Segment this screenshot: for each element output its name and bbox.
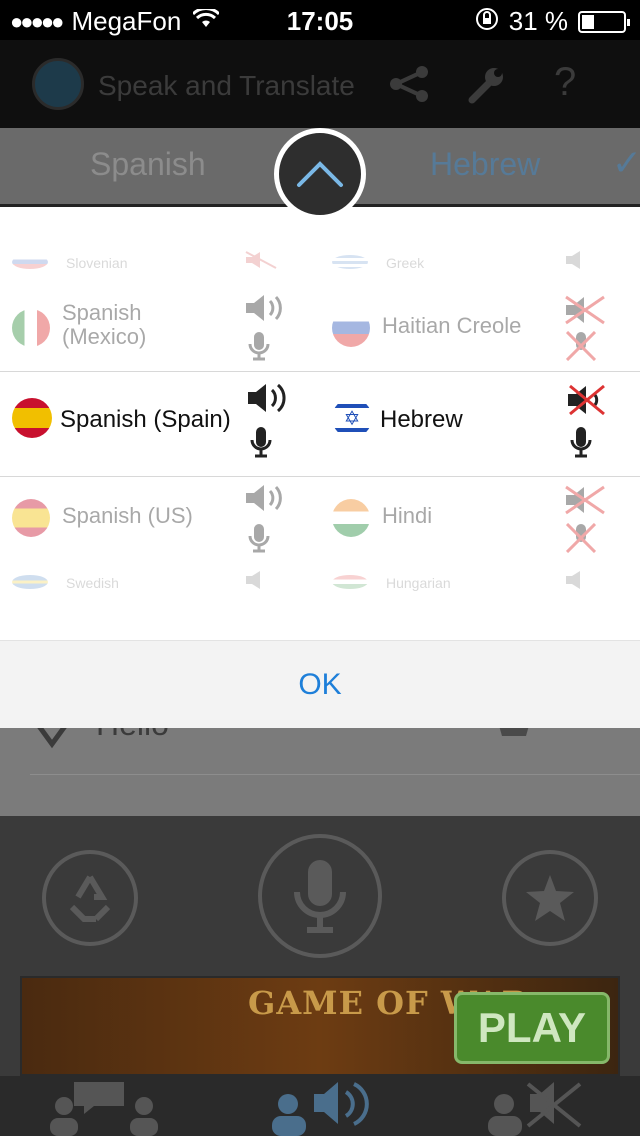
ok-bar: OK	[0, 640, 640, 728]
share-icon[interactable]	[388, 64, 430, 113]
recycle-button[interactable]	[42, 850, 138, 946]
microphone-icon	[294, 860, 346, 933]
speaker-off-icon	[565, 485, 605, 515]
microphone-button[interactable]	[258, 834, 382, 958]
phrase-text[interactable]: Hello	[96, 728, 169, 743]
language-name: Spanish (Spain)	[60, 406, 231, 433]
star-icon	[526, 875, 574, 921]
language-name: Spanish (Mexico)	[62, 300, 147, 349]
flag-icon: ✡	[332, 398, 372, 438]
picker-row-selected[interactable]: Spanish (Spain) ✡ Hebrew	[0, 371, 640, 477]
checkmark-icon: ✓	[611, 142, 640, 183]
microphone-off-icon	[566, 523, 596, 553]
speaker-off-icon	[568, 384, 605, 416]
flag-icon	[332, 255, 368, 269]
help-icon[interactable]: ?	[554, 60, 576, 105]
picker-row[interactable]: Spanish (US) Hindi	[0, 477, 640, 561]
app-logo-icon	[32, 58, 84, 110]
speaker-icon	[246, 485, 282, 511]
mute-tab-icon[interactable]	[484, 1080, 584, 1136]
language-name: Haitian Creole	[382, 313, 522, 338]
divider	[30, 774, 640, 775]
flag-icon	[332, 499, 370, 537]
target-language[interactable]: Hebrew	[430, 146, 540, 183]
status-bar: ●●●●● MegaFon 17:05 31 %	[0, 0, 640, 40]
star-icon	[499, 728, 529, 736]
flag-icon	[12, 398, 52, 438]
picker-cell-right[interactable]: Hungarian	[320, 563, 640, 603]
microphone-icon	[570, 427, 592, 458]
collapse-picker-button[interactable]	[274, 128, 366, 220]
favorites-button[interactable]	[502, 850, 598, 946]
language-name: Greek	[386, 255, 425, 271]
tab-bar	[0, 1076, 640, 1136]
flag-icon	[12, 575, 48, 589]
flag-icon	[332, 575, 368, 589]
language-name: Slovenian	[66, 255, 128, 271]
language-name: Hindi	[382, 503, 433, 528]
microphone-icon	[248, 524, 270, 553]
picker-row[interactable]: Swedish Hungarian	[0, 563, 640, 603]
ad-banner[interactable]: GAME OF WAR PLAY	[20, 976, 620, 1076]
app-title: Speak and Translate	[98, 70, 355, 101]
recycle-icon	[69, 875, 111, 922]
picker-cell-right[interactable]: Haitian Creole	[320, 287, 640, 371]
speak-tab-icon[interactable]	[268, 1080, 370, 1136]
conversation-tab-icon[interactable]	[44, 1080, 164, 1136]
picker-row[interactable]: Spanish (Mexico) Haitian Creole	[0, 287, 640, 371]
microphone-icon	[248, 332, 270, 361]
ad-play-button[interactable]: PLAY	[454, 992, 610, 1064]
app-header: Speak and Translate ?	[0, 40, 640, 128]
battery-icon	[578, 10, 630, 33]
picker-cell-right[interactable]: Greek	[320, 243, 640, 283]
picker-cell-right[interactable]: Hindi	[320, 477, 640, 561]
picker-cell-left[interactable]: Spanish (US)	[0, 477, 320, 561]
speaker-icon	[566, 251, 580, 269]
speaker-icon	[566, 571, 580, 589]
picker-cell-right[interactable]: ✡ Hebrew	[320, 372, 640, 476]
language-name: Hungarian	[386, 575, 451, 591]
language-name: Hebrew	[380, 406, 463, 433]
speaker-icon	[246, 295, 282, 321]
picker-cell-left[interactable]: Spanish (Spain)	[0, 372, 320, 476]
flag-icon	[332, 309, 370, 347]
picker-cell-left[interactable]: Slovenian	[0, 243, 320, 283]
picker-row[interactable]: Slovenian Greek	[0, 243, 640, 283]
language-picker[interactable]: Slovenian Greek Spanish (Mexico) Haitian…	[0, 207, 640, 640]
settings-wrench-icon[interactable]	[466, 64, 508, 115]
microphone-icon	[250, 427, 272, 458]
chevron-down-icon	[37, 728, 67, 749]
language-name: Spanish (US)	[62, 503, 193, 528]
picker-cell-left[interactable]: Spanish (Mexico)	[0, 287, 320, 371]
language-name: Swedish	[66, 575, 119, 591]
battery-percent: 31 %	[508, 6, 568, 36]
chevron-up-icon	[297, 161, 343, 187]
flag-icon	[12, 255, 48, 269]
microphone-off-icon	[566, 331, 596, 361]
source-language[interactable]: Spanish	[90, 146, 206, 183]
speaker-off-icon	[565, 295, 605, 325]
speaker-icon	[246, 571, 260, 589]
flag-icon	[12, 499, 50, 537]
picker-cell-left[interactable]: Swedish	[0, 563, 320, 603]
rotation-lock-icon	[475, 7, 499, 37]
speaker-off-icon	[245, 251, 277, 269]
ok-button[interactable]: OK	[0, 641, 640, 729]
speaker-icon	[248, 383, 286, 413]
flag-icon	[12, 309, 50, 347]
phrase-list: Hello	[0, 728, 640, 816]
